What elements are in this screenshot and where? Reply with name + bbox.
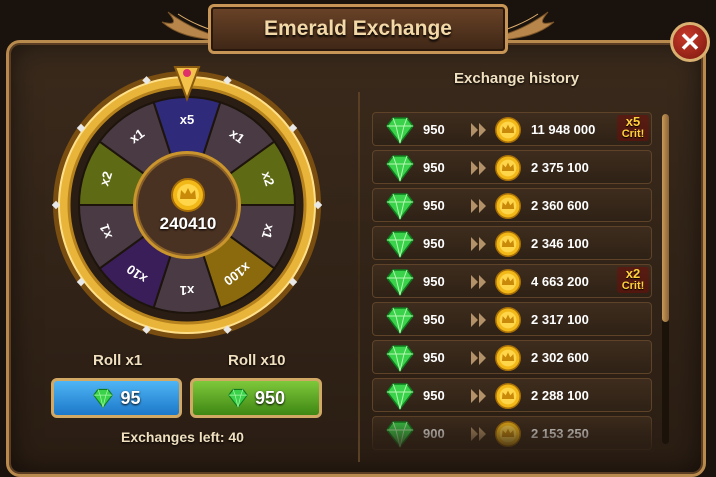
crit-multiplier: x2 bbox=[625, 266, 641, 281]
gold-amount: 2 153 250 bbox=[531, 426, 589, 441]
gold-coin-icon bbox=[495, 155, 521, 181]
gold-coin-icon bbox=[495, 345, 521, 371]
emerald-icon bbox=[386, 269, 414, 296]
wheel-segment-label: x5 bbox=[180, 112, 194, 127]
crit-badge: x2 Crit! bbox=[617, 267, 649, 293]
emerald-icon bbox=[386, 193, 414, 220]
emerald-icon bbox=[386, 231, 414, 258]
double-arrow-icon bbox=[471, 389, 486, 403]
double-arrow-icon bbox=[471, 313, 486, 327]
emerald-amount: 950 bbox=[423, 388, 445, 403]
gold-amount: 2 302 600 bbox=[531, 350, 589, 365]
pointer-gem-icon bbox=[183, 69, 191, 77]
close-button[interactable]: ✕ bbox=[670, 22, 710, 62]
emerald-amount: 950 bbox=[423, 274, 445, 289]
history-row: 950 11 948 000 x5 Crit! bbox=[372, 112, 652, 146]
gold-coin-icon bbox=[495, 193, 521, 219]
gold-amount: 2 288 100 bbox=[531, 388, 589, 403]
roll-x1-cost: 95 bbox=[120, 387, 141, 408]
history-row: 950 2 346 100 bbox=[372, 226, 652, 260]
emerald-amount: 950 bbox=[423, 350, 445, 365]
emerald-icon bbox=[386, 345, 414, 372]
gold-amount: 2 360 600 bbox=[531, 198, 589, 213]
emerald-amount: 950 bbox=[423, 198, 445, 213]
double-arrow-icon bbox=[471, 351, 486, 365]
roll-x1-button[interactable]: 95 bbox=[51, 378, 182, 418]
history-title: Exchange history bbox=[454, 70, 580, 87]
gold-amount: 2 346 100 bbox=[531, 236, 589, 251]
page-title: Emerald Exchange bbox=[264, 17, 452, 40]
scrollbar-thumb[interactable] bbox=[662, 114, 669, 322]
title-banner: Emerald Exchange bbox=[161, 4, 555, 54]
crit-label: Crit! bbox=[621, 280, 645, 292]
gold-coin-icon bbox=[495, 269, 521, 295]
history-row: 950 2 302 600 bbox=[372, 340, 652, 374]
gold-amount: 11 948 000 bbox=[531, 122, 596, 137]
emerald-amount: 900 bbox=[423, 426, 445, 441]
emerald-amount: 950 bbox=[423, 160, 445, 175]
double-arrow-icon bbox=[471, 237, 486, 251]
history-row: 950 2 360 600 bbox=[372, 188, 652, 222]
panel-divider bbox=[358, 92, 360, 462]
double-arrow-icon bbox=[471, 199, 486, 213]
gold-coin-icon bbox=[495, 421, 521, 447]
emerald-amount: 950 bbox=[423, 236, 445, 251]
gold-coin-icon bbox=[495, 117, 521, 143]
emerald-icon bbox=[228, 388, 248, 408]
wheel-center-value: 240410 bbox=[159, 214, 217, 233]
emerald-icon bbox=[386, 117, 414, 144]
wheel-segment-label: x1 bbox=[180, 283, 194, 298]
gold-coin-icon bbox=[495, 307, 521, 333]
exchange-history-list[interactable]: 950 11 948 000 x5 Crit! 950 2 375 100 950 2 360… bbox=[372, 112, 654, 452]
close-icon: ✕ bbox=[679, 26, 701, 57]
double-arrow-icon bbox=[471, 161, 486, 175]
history-scrollbar[interactable] bbox=[662, 114, 669, 444]
gold-coin-icon bbox=[171, 178, 205, 212]
emerald-icon bbox=[386, 383, 414, 410]
roll-x10-label: Roll x10 bbox=[228, 352, 286, 369]
history-row: 950 2 375 100 bbox=[372, 150, 652, 184]
crit-label: Crit! bbox=[621, 128, 645, 140]
emerald-amount: 950 bbox=[423, 312, 445, 327]
history-row: 900 2 153 250 bbox=[372, 416, 652, 450]
exchanges-left: Exchanges left: 40 bbox=[121, 429, 244, 445]
crit-multiplier: x5 bbox=[625, 114, 641, 129]
gold-amount: 2 375 100 bbox=[531, 160, 589, 175]
emerald-icon bbox=[386, 421, 414, 448]
double-arrow-icon bbox=[471, 427, 486, 441]
gold-amount: 2 317 100 bbox=[531, 312, 589, 327]
emerald-icon bbox=[93, 388, 114, 408]
roll-x1-label: Roll x1 bbox=[93, 352, 143, 369]
fortune-wheel: x5 x1 x2 x1 x100 x1 x10 x1 x2 x1 240410 bbox=[52, 60, 322, 350]
crit-badge: x5 Crit! bbox=[617, 115, 649, 141]
double-arrow-icon bbox=[471, 275, 486, 289]
roll-x10-cost: 950 bbox=[254, 387, 286, 408]
emerald-icon bbox=[386, 155, 414, 182]
emerald-icon bbox=[386, 307, 414, 334]
history-row: 950 2 317 100 bbox=[372, 302, 652, 336]
wheel-center: 240410 bbox=[140, 158, 236, 254]
gold-coin-icon bbox=[495, 231, 521, 257]
gold-amount: 4 663 200 bbox=[531, 274, 589, 289]
history-row: 950 2 288 100 bbox=[372, 378, 652, 412]
double-arrow-icon bbox=[471, 123, 486, 137]
gold-coin-icon bbox=[495, 383, 521, 409]
history-row: 950 4 663 200 x2 Crit! bbox=[372, 264, 652, 298]
emerald-amount: 950 bbox=[423, 122, 445, 137]
roll-x10-button[interactable]: 950 bbox=[190, 378, 322, 418]
title-plate: Emerald Exchange bbox=[208, 4, 508, 54]
